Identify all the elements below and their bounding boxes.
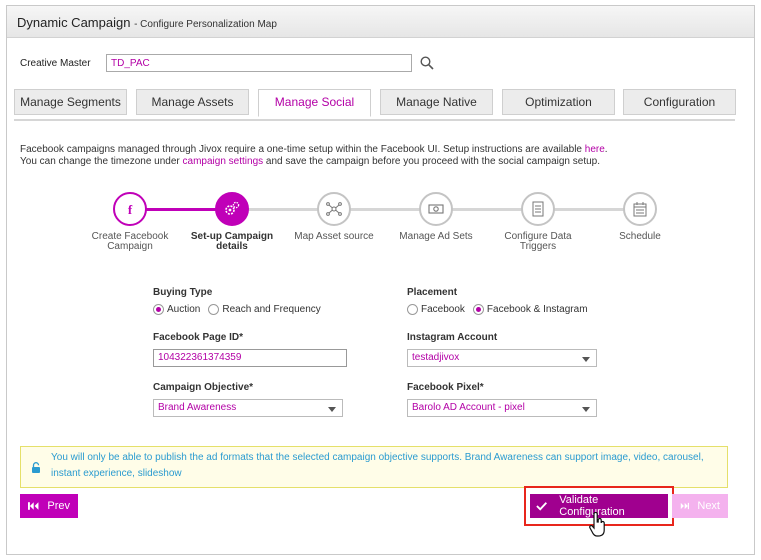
facebook-pixel-group: Facebook Pixel* Barolo AD Account - pixe… xyxy=(407,382,597,417)
step-label: Map Asset source xyxy=(294,231,374,242)
buying-type-reach-radio[interactable] xyxy=(208,304,220,315)
tab-optimization[interactable]: Optimization xyxy=(502,89,615,115)
tab-manage-social[interactable]: Manage Social xyxy=(258,89,371,117)
step-label: Schedule xyxy=(619,231,661,242)
hand-cursor-icon xyxy=(589,512,605,537)
step-schedule[interactable]: Schedule xyxy=(590,192,690,242)
checkmark-icon xyxy=(536,502,547,511)
main-tabs: Manage Segments Manage Assets Manage Soc… xyxy=(14,89,736,121)
facebook-pixel-label: Facebook Pixel* xyxy=(407,382,484,393)
step-manage-ad-sets[interactable]: Manage Ad Sets xyxy=(386,192,486,242)
gears-icon xyxy=(215,192,249,226)
step-configure-data-triggers[interactable]: Configure Data Triggers xyxy=(488,192,588,252)
notice-text: You will only be able to publish the ad … xyxy=(51,452,704,479)
buying-type-group: Buying Type Auction Reach and Frequency xyxy=(153,287,329,315)
info-line2-text: You can change the timezone under xyxy=(20,156,183,167)
validate-label: Validate Configuration xyxy=(559,494,625,518)
tab-manage-segments[interactable]: Manage Segments xyxy=(14,89,127,115)
instagram-account-group: Instagram Account testadjivox xyxy=(407,332,597,367)
step-label: Set-up Campaign details xyxy=(190,231,274,252)
campaign-objective-select[interactable]: Brand Awareness xyxy=(153,399,343,417)
step-map-asset-source[interactable]: Map Asset source xyxy=(284,192,384,242)
instagram-account-select[interactable]: testadjivox xyxy=(407,349,597,367)
campaign-settings-link[interactable]: campaign settings xyxy=(183,156,264,167)
next-label: Next xyxy=(697,500,720,512)
tab-configuration[interactable]: Configuration xyxy=(623,89,736,115)
info-line1-text: Facebook campaigns managed through Jivox… xyxy=(20,144,585,155)
lock-icon xyxy=(32,462,40,473)
chevron-down-icon xyxy=(328,407,336,412)
tab-manage-native[interactable]: Manage Native xyxy=(380,89,493,115)
radio-label: Reach and Frequency xyxy=(222,304,321,315)
tab-manage-assets[interactable]: Manage Assets xyxy=(136,89,249,115)
prev-label: Prev xyxy=(47,500,70,512)
step-create-facebook-campaign[interactable]: f Create Facebook Campaign xyxy=(80,192,180,252)
step-label: Manage Ad Sets xyxy=(399,231,473,242)
facebook-setup-info: Facebook campaigns managed through Jivox… xyxy=(20,144,608,168)
prev-button[interactable]: Prev xyxy=(20,494,78,518)
setup-instructions-link[interactable]: here xyxy=(585,144,605,155)
search-icon[interactable] xyxy=(420,56,434,70)
network-icon xyxy=(317,192,351,226)
calendar-icon xyxy=(623,192,657,226)
radio-label: Facebook xyxy=(421,304,465,315)
skip-forward-icon xyxy=(680,502,690,510)
facebook-page-id-label: Facebook Page ID* xyxy=(153,332,244,343)
placement-group: Placement Facebook Facebook & Instagram xyxy=(407,287,596,315)
next-button[interactable]: Next xyxy=(672,494,728,518)
creative-master-label: Creative Master xyxy=(20,57,91,69)
facebook-icon: f xyxy=(113,192,147,226)
facebook-pixel-select[interactable]: Barolo AD Account - pixel xyxy=(407,399,597,417)
radio-label: Auction xyxy=(167,304,201,315)
radio-label: Facebook & Instagram xyxy=(486,304,588,315)
campaign-objective-group: Campaign Objective* Brand Awareness xyxy=(153,382,343,417)
info-line1-end: . xyxy=(604,144,608,155)
window-title: Dynamic Campaign xyxy=(17,15,131,30)
creative-master-row: Creative Master xyxy=(20,54,434,72)
placement-facebook-instagram-radio[interactable] xyxy=(472,304,484,315)
skip-back-icon xyxy=(28,502,39,510)
select-value: Brand Awareness xyxy=(158,402,237,413)
campaign-objective-label: Campaign Objective* xyxy=(153,382,254,393)
chevron-down-icon xyxy=(582,357,590,362)
buying-type-label: Buying Type xyxy=(153,287,213,298)
money-icon xyxy=(419,192,453,226)
chevron-down-icon xyxy=(582,407,590,412)
info-line2-end: and save the campaign before you proceed… xyxy=(263,156,601,167)
facebook-page-id-input[interactable]: 104322361374359 xyxy=(153,349,347,367)
facebook-page-id-group: Facebook Page ID* 104322361374359 xyxy=(153,332,347,367)
creative-master-input[interactable] xyxy=(106,54,412,72)
checklist-icon xyxy=(521,192,555,226)
setup-stepper: f Create Facebook Campaign Set-up Campai… xyxy=(80,192,680,262)
select-value: testadjivox xyxy=(412,352,460,363)
svg-text:f: f xyxy=(128,202,133,216)
instagram-account-label: Instagram Account xyxy=(407,332,498,343)
window-titlebar: Dynamic Campaign - Configure Personaliza… xyxy=(7,6,754,38)
step-label: Configure Data Triggers xyxy=(504,231,572,252)
buying-type-auction-radio[interactable] xyxy=(153,304,164,315)
select-value: Barolo AD Account - pixel xyxy=(412,402,525,413)
step-label: Create Facebook Campaign xyxy=(91,231,169,252)
objective-notice: You will only be able to publish the ad … xyxy=(20,446,728,488)
window-subtitle: - Configure Personalization Map xyxy=(134,19,277,30)
step-setup-campaign-details[interactable]: Set-up Campaign details xyxy=(182,192,282,252)
placement-label: Placement xyxy=(407,287,458,298)
placement-facebook-radio[interactable] xyxy=(407,304,418,315)
